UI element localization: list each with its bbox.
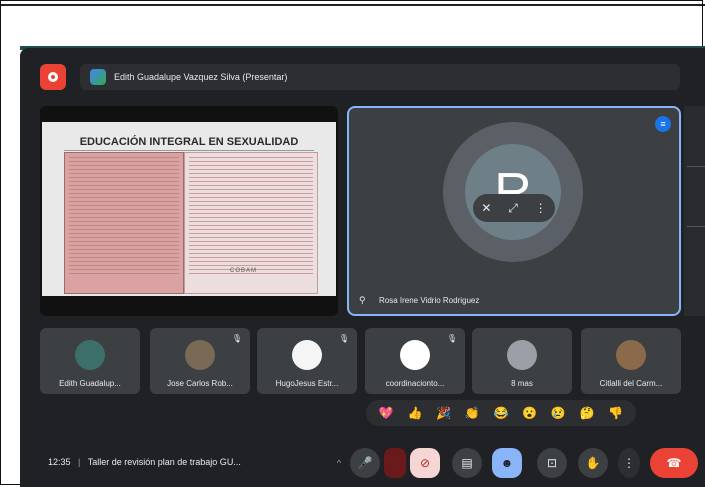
speaking-indicator-icon: ≡	[655, 116, 671, 132]
recording-button[interactable]	[40, 64, 66, 90]
reaction-emoji[interactable]: 👎	[608, 406, 623, 420]
presentation-slide: EDUCACIÓN INTEGRAL EN SEXUALIDAD COBAM	[42, 122, 336, 296]
meeting-time: 12:35	[48, 457, 71, 467]
participant-tile[interactable]: 8 mas	[472, 328, 572, 394]
mic-off-icon: 🎙	[231, 334, 242, 343]
leave-call-button[interactable]: ☎	[650, 448, 698, 478]
presenter-label: Edith Guadalupe Vazquez Silva (Presentar…	[114, 72, 288, 82]
slide-logo: COBAM	[230, 268, 258, 274]
participant-avatar	[507, 340, 537, 370]
reactions-bar: 💖 👍 🎉 👏 😂 😮 😢 🤔 👎	[366, 400, 636, 426]
reaction-emoji[interactable]: 🤔	[579, 406, 594, 420]
participant-tile[interactable]: Citlalli del Carm...	[581, 328, 681, 394]
participant-avatar	[292, 340, 322, 370]
side-panel-edge	[684, 106, 705, 316]
participant-tile[interactable]: 🎙 HugoJesus Estr...	[257, 328, 357, 394]
raise-hand-button[interactable]: ✋	[578, 448, 608, 478]
active-speaker-tile[interactable]: R ✕ ⤢ ⋮ ≡ ⚲ Rosa Irene Vidrio Rodriguez	[347, 106, 681, 316]
presenter-avatar-icon	[90, 69, 106, 85]
camera-off-button[interactable]: ⊘	[410, 448, 440, 478]
speaker-tile-controls[interactable]: ✕ ⤢ ⋮	[473, 194, 555, 222]
video-options-button[interactable]	[384, 448, 406, 478]
slide-text-column-left	[64, 152, 184, 294]
meeting-info: 12:35 | Taller de revisión plan de traba…	[48, 457, 241, 467]
speaker-avatar: R	[465, 144, 561, 240]
reaction-emoji[interactable]: 😂	[493, 406, 508, 420]
more-options-icon[interactable]: ⋮	[535, 201, 547, 215]
participant-avatar	[616, 340, 646, 370]
reaction-emoji[interactable]: 😮	[522, 406, 537, 420]
participant-tile[interactable]: 🎙 coordinacionto...	[365, 328, 465, 394]
participant-avatar	[75, 340, 105, 370]
mic-off-icon[interactable]: ✕	[481, 201, 491, 215]
reaction-emoji[interactable]: 👍	[408, 406, 423, 420]
meeting-title: Taller de revisión plan de trabajo GU...	[87, 457, 241, 467]
participant-avatar	[400, 340, 430, 370]
more-options-button[interactable]: ⋮	[618, 448, 640, 478]
reaction-emoji[interactable]: 😢	[551, 406, 566, 420]
presentation-tile[interactable]: EDUCACIÓN INTEGRAL EN SEXUALIDAD COBAM	[40, 106, 338, 316]
slide-title: EDUCACIÓN INTEGRAL EN SEXUALIDAD	[79, 136, 299, 148]
audio-options-chevron-icon[interactable]: ^	[330, 448, 348, 478]
captions-button[interactable]: ▤	[452, 448, 482, 478]
pinned-icon: ⚲	[359, 295, 366, 305]
reaction-emoji[interactable]: 💖	[379, 406, 394, 420]
emoji-reactions-button[interactable]: ☻	[492, 448, 522, 478]
participant-name: HugoJesus Estr...	[275, 379, 339, 388]
participant-tile[interactable]: 🎙 Jose Carlos Rob...	[150, 328, 250, 394]
present-screen-button[interactable]: ⊡	[537, 448, 567, 478]
participant-name: Citlalli del Carm...	[599, 379, 663, 388]
meet-window: Edith Guadalupe Vazquez Silva (Presentar…	[20, 48, 705, 487]
reaction-emoji[interactable]: 🎉	[436, 406, 451, 420]
pin-icon[interactable]: ⤢	[508, 201, 518, 216]
record-icon	[48, 72, 58, 82]
mic-off-icon: 🎙	[446, 334, 457, 343]
participant-name: Edith Guadalup...	[59, 379, 121, 388]
participant-avatar	[185, 340, 215, 370]
bottom-control-bar: 12:35 | Taller de revisión plan de traba…	[40, 434, 705, 487]
meeting-info-separator: |	[78, 457, 81, 467]
participant-tile[interactable]: Edith Guadalup...	[40, 328, 140, 394]
presentation-bar[interactable]: Edith Guadalupe Vazquez Silva (Presentar…	[80, 64, 680, 90]
mic-button[interactable]: 🎤	[350, 448, 380, 478]
participant-name: 8 mas	[511, 379, 533, 388]
slide-divider	[64, 150, 314, 151]
reaction-emoji[interactable]: 👏	[465, 406, 480, 420]
mic-off-icon: 🎙	[338, 334, 349, 343]
speaker-name: Rosa Irene Vidrio Rodriguez	[379, 296, 480, 305]
participant-name: coordinacionto...	[385, 379, 445, 388]
participant-name: Jose Carlos Rob...	[167, 379, 233, 388]
